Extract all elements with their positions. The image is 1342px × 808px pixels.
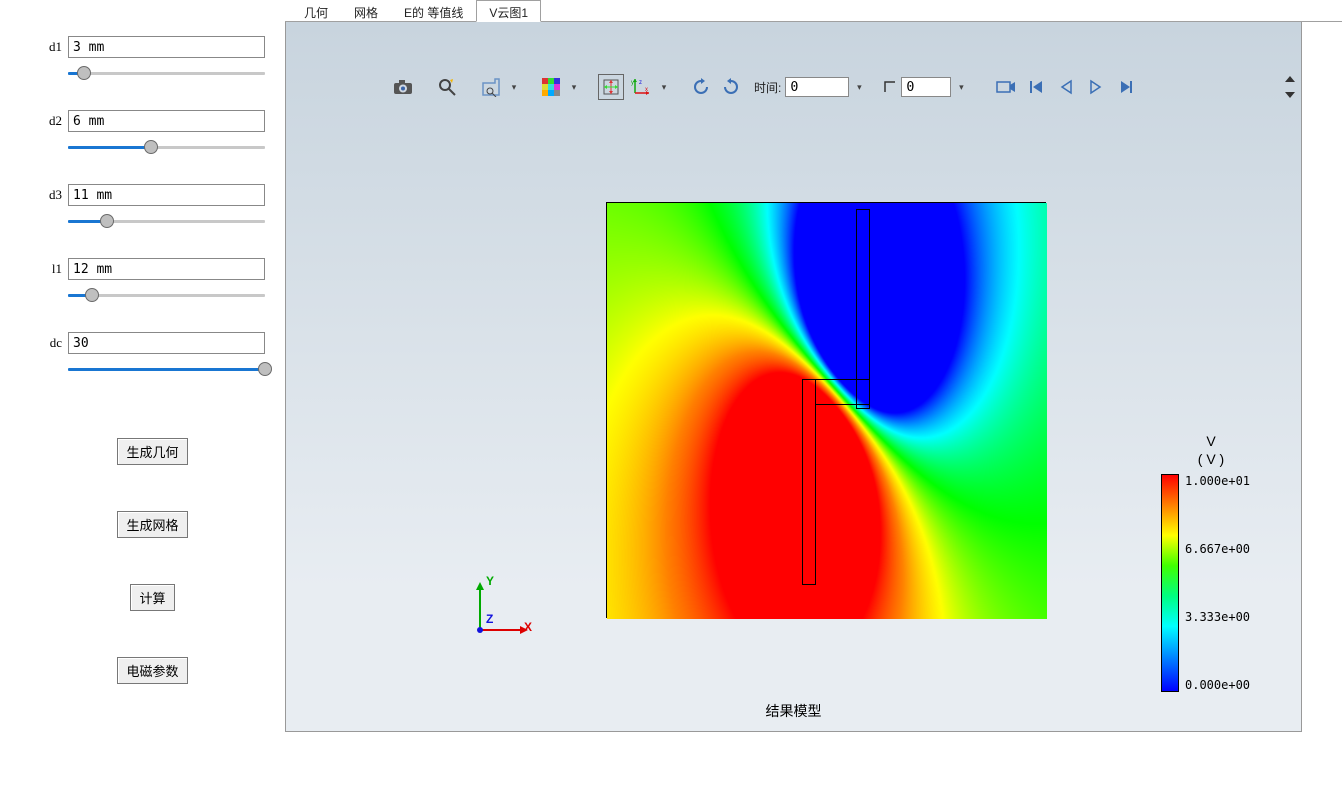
tab-0[interactable]: 几何 (291, 0, 341, 21)
zoom-icon[interactable] (434, 74, 460, 100)
time-label: 时间: (754, 79, 781, 96)
param-slider-dc[interactable] (68, 362, 265, 378)
axes-icon[interactable]: zx y (628, 74, 654, 100)
fit-icon[interactable] (598, 74, 624, 100)
time-input[interactable] (785, 77, 849, 97)
param-d3: d3 (40, 184, 265, 230)
param-label-dc: dc (40, 335, 62, 351)
param-label-d3: d3 (40, 187, 62, 203)
param-d2: d2 (40, 110, 265, 156)
colorbar-tick-3: 0.000e+00 (1185, 678, 1250, 692)
main-panel: 几何网格E的 等值线V云图1 ▾ ▾ (285, 0, 1342, 808)
axis-y-label: Y (486, 574, 494, 588)
param-slider-l1[interactable] (68, 288, 265, 304)
colorbar-var: V (1206, 433, 1215, 449)
em-params-button[interactable]: 电磁参数 (117, 657, 187, 684)
param-input-l1[interactable] (68, 258, 265, 280)
tab-3[interactable]: V云图1 (476, 0, 541, 22)
colorbar-unit: ( V ) (1198, 451, 1224, 467)
param-input-d1[interactable] (68, 36, 265, 58)
generate-geometry-button[interactable]: 生成几何 (117, 438, 187, 465)
generate-mesh-button[interactable]: 生成网格 (117, 511, 187, 538)
parameter-sidebar: d1 d2 d3 l1 dc 生成几何 生成网格 计算 电磁参数 (0, 0, 285, 808)
electrode-bridge (816, 379, 870, 405)
param-label-d1: d1 (40, 39, 62, 55)
palette-dropdown-icon[interactable]: ▾ (568, 82, 580, 93)
colorbar-tick-0: 1.000e+01 (1185, 474, 1250, 488)
axis-triad: Y X Z (466, 574, 536, 644)
camera-icon[interactable] (390, 74, 416, 100)
first-frame-icon[interactable] (1023, 74, 1049, 100)
param-label-d2: d2 (40, 113, 62, 129)
play-icon[interactable] (1083, 74, 1109, 100)
prev-frame-icon[interactable] (1053, 74, 1079, 100)
rotate-ccw-icon[interactable] (688, 74, 714, 100)
probe-icon[interactable] (478, 74, 504, 100)
param-dc: dc (40, 332, 265, 378)
param-d1: d1 (40, 36, 265, 82)
next-frame-icon[interactable] (1113, 74, 1139, 100)
param-slider-d3[interactable] (68, 214, 265, 230)
axis-z-label: Z (486, 612, 493, 626)
palette-icon[interactable] (538, 74, 564, 100)
svg-text:y: y (631, 80, 634, 86)
colorbar-ticks: 1.000e+01 6.667e+00 3.333e+00 0.000e+00 (1185, 474, 1250, 692)
frame-dropdown-icon[interactable]: ▾ (955, 82, 967, 93)
axis-x-label: X (524, 620, 532, 634)
expand-vertical-icon[interactable] (1283, 76, 1297, 98)
svg-text:z: z (639, 80, 642, 86)
compute-button[interactable]: 计算 (130, 584, 174, 611)
rotate-cw-icon[interactable] (718, 74, 744, 100)
param-slider-d2[interactable] (68, 140, 265, 156)
tab-2[interactable]: E的 等值线 (391, 0, 476, 21)
param-l1: l1 (40, 258, 265, 304)
frame-input[interactable] (901, 77, 951, 97)
colorbar-tick-2: 3.333e+00 (1185, 610, 1250, 624)
colorbar-gradient (1161, 474, 1179, 692)
param-slider-d1[interactable] (68, 66, 265, 82)
plot-caption: 结果模型 (766, 701, 822, 721)
colorbar: V ( V ) 1.000e+01 6.667e+00 3.333e+00 0.000… (1161, 432, 1261, 692)
param-label-l1: l1 (40, 261, 62, 277)
viewer-toolbar: ▾ ▾ zx y ▾ (386, 72, 1261, 102)
result-viewer: ▾ ▾ zx y ▾ (285, 22, 1302, 732)
movie-icon[interactable] (993, 74, 1019, 100)
electrode-positive (802, 379, 816, 585)
param-input-d3[interactable] (68, 184, 265, 206)
frame-index-icon (883, 80, 897, 94)
time-dropdown-icon[interactable]: ▾ (853, 82, 865, 93)
probe-dropdown-icon[interactable]: ▾ (508, 82, 520, 93)
colorbar-tick-1: 6.667e+00 (1185, 542, 1250, 556)
voltage-contour-plot[interactable] (606, 202, 1046, 618)
param-input-dc[interactable] (68, 332, 265, 354)
tab-1[interactable]: 网格 (341, 0, 391, 21)
tab-strip: 几何网格E的 等值线V云图1 (285, 0, 1342, 22)
param-input-d2[interactable] (68, 110, 265, 132)
axes-dropdown-icon[interactable]: ▾ (658, 82, 670, 93)
svg-text:x: x (645, 87, 648, 93)
action-button-group: 生成几何 生成网格 计算 电磁参数 (40, 438, 265, 684)
